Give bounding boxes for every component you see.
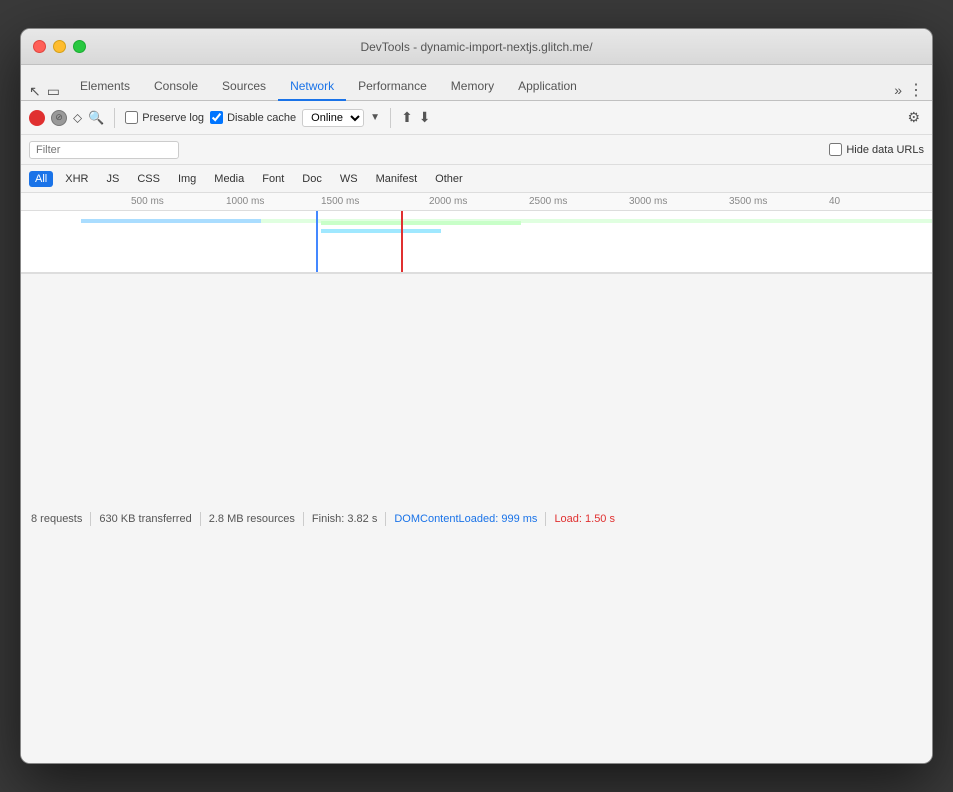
tick-2500: 2500 ms [529,196,567,207]
devtools-body: ↖ ▭ Elements Console Sources Network Per… [21,65,932,763]
hide-data-urls-checkbox[interactable] [829,143,842,156]
tick-2000: 2000 ms [429,196,467,207]
red-vline [401,211,403,273]
tab-application[interactable]: Application [506,73,589,101]
tick-40: 40 [829,196,840,207]
tick-3500: 3500 ms [729,196,767,207]
type-filter-bar: All XHR JS CSS Img Media Font Doc WS Man… [21,165,932,193]
maximize-button[interactable] [73,40,86,53]
titlebar: DevTools - dynamic-import-nextjs.glitch.… [21,29,932,65]
status-sep5 [545,512,546,526]
type-filter-media[interactable]: Media [208,171,250,187]
import-har-button[interactable]: ⬆ [401,109,413,126]
type-filter-js[interactable]: JS [100,171,125,187]
tab-performance[interactable]: Performance [346,73,439,101]
window-title: DevTools - dynamic-import-nextjs.glitch.… [360,40,592,54]
sep2 [390,108,391,128]
type-filter-xhr[interactable]: XHR [59,171,94,187]
stop-button[interactable]: ⊘ [51,110,67,126]
cursor-icon[interactable]: ↖ [29,83,41,100]
status-sep4 [385,512,386,526]
search-icon[interactable]: 🔍 [88,110,104,126]
type-filter-img[interactable]: Img [172,171,202,187]
tab-sources[interactable]: Sources [210,73,278,101]
tab-memory[interactable]: Memory [439,73,506,101]
filter-icon[interactable]: ⬦ [73,110,82,126]
transferred-size: 630 KB transferred [99,513,191,525]
finish-time: Finish: 3.82 s [312,513,377,525]
filter-input[interactable] [29,141,179,159]
nav-tabs-bar: ↖ ▭ Elements Console Sources Network Per… [21,65,932,101]
throttle-select[interactable]: Online [302,109,364,127]
status-sep3 [303,512,304,526]
tick-500: 500 ms [131,196,164,207]
type-filter-css[interactable]: CSS [131,171,166,187]
timeline-content [21,211,932,273]
record-button[interactable] [29,110,45,126]
timeline-ruler: 500 ms 1000 ms 1500 ms 2000 ms 2500 ms 3… [21,193,932,211]
main-table-area: Name Type Size Priority Waterfall ▲ dyna… [21,273,932,763]
tab-console[interactable]: Console [142,73,210,101]
status-bar: 8 requests 630 KB transferred 2.8 MB res… [21,273,932,763]
throttle-dropdown-icon[interactable]: ▼ [370,112,380,123]
settings-button[interactable]: ⚙ [903,107,924,128]
blue-vline [316,211,318,273]
disable-cache-label[interactable]: Disable cache [210,111,296,124]
tab-elements[interactable]: Elements [68,73,142,101]
load-time: Load: 1.50 s [554,513,615,525]
type-filter-ws[interactable]: WS [334,171,364,187]
type-filter-other[interactable]: Other [429,171,469,187]
minimize-button[interactable] [53,40,66,53]
network-toolbar: ⊘ ⬦ 🔍 Preserve log Disable cache Online … [21,101,932,135]
devtools-menu-button[interactable]: ⋮ [908,80,924,100]
timeline-area: 500 ms 1000 ms 1500 ms 2000 ms 2500 ms 3… [21,193,932,273]
type-filter-all[interactable]: All [29,171,53,187]
requests-count: 8 requests [31,513,82,525]
filter-bar: Hide data URLs [21,135,932,165]
status-sep2 [200,512,201,526]
device-icon[interactable]: ▭ [47,83,60,100]
hide-data-urls-label[interactable]: Hide data URLs [829,143,924,156]
preserve-log-checkbox[interactable] [125,111,138,124]
more-tabs-button[interactable]: » [894,82,902,98]
close-button[interactable] [33,40,46,53]
dom-content-loaded: DOMContentLoaded: 999 ms [394,513,537,525]
resources-size: 2.8 MB resources [209,513,295,525]
tick-3000: 3000 ms [629,196,667,207]
preserve-log-label[interactable]: Preserve log [125,111,204,124]
type-filter-font[interactable]: Font [256,171,290,187]
status-sep1 [90,512,91,526]
type-filter-doc[interactable]: Doc [296,171,328,187]
type-filter-manifest[interactable]: Manifest [370,171,424,187]
tick-1000: 1000 ms [226,196,264,207]
tab-network[interactable]: Network [278,73,346,101]
traffic-lights [33,40,86,53]
disable-cache-checkbox[interactable] [210,111,223,124]
devtools-window: DevTools - dynamic-import-nextjs.glitch.… [20,28,933,764]
export-har-button[interactable]: ⬇ [419,109,431,126]
tick-1500: 1500 ms [321,196,359,207]
sep1 [114,108,115,128]
